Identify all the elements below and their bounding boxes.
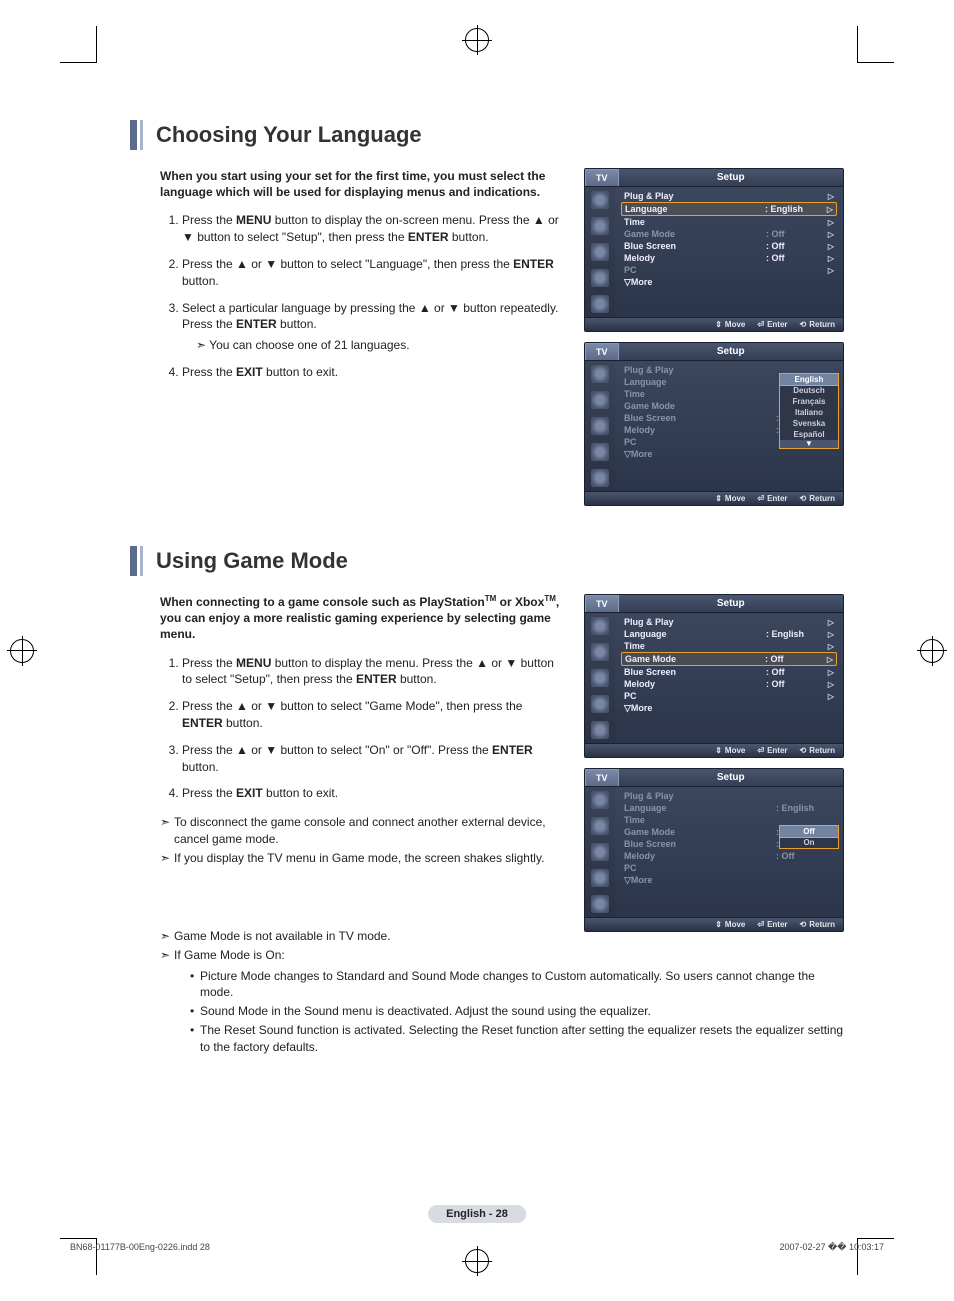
sub-note-item: Picture Mode changes to Standard and Sou… [190, 968, 844, 1002]
osd-row-game: Game ModeOff▷ [621, 228, 837, 240]
osd-icon-strip [585, 361, 615, 491]
osd-row-language: LanguageEnglish [621, 802, 837, 814]
section-accent-bar [130, 546, 137, 576]
dropdown-option[interactable]: Français [780, 396, 838, 407]
osd-row-plug[interactable]: Plug & Play▷ [621, 190, 837, 202]
note-item: If Game Mode is On: [160, 947, 844, 964]
osd-setup-language-dropdown: TV Setup Plug & Play Language Time Game … [584, 342, 844, 506]
step-item: Press the ▲ or ▼ button to select "Langu… [182, 256, 566, 290]
osd-tab: TV [585, 169, 619, 186]
section-title: Choosing Your Language [146, 120, 422, 150]
step-item: Press the EXIT button to exit. [182, 785, 566, 802]
osd-icon-strip [585, 187, 615, 317]
section-accent-bar [130, 120, 137, 150]
osd-title: Setup [619, 343, 843, 360]
osd-hint-enter: Enter [757, 320, 787, 329]
dropdown-option[interactable]: Svenska [780, 418, 838, 429]
sub-note-item: The Reset Sound function is activated. S… [190, 1022, 844, 1056]
page-number: English - 28 [428, 1205, 526, 1223]
section-title: Using Game Mode [146, 546, 348, 576]
osd-tab: TV [585, 769, 619, 786]
osd-row-blue[interactable]: Blue ScreenOff▷ [621, 240, 837, 252]
note-item: To disconnect the game console and conne… [160, 814, 566, 848]
osd-hint-enter: Enter [757, 746, 787, 755]
step-item: Press the ▲ or ▼ button to select "Game … [182, 698, 566, 732]
footer-timestamp: 2007-02-27 �� 10:03:17 [779, 1242, 884, 1253]
osd-row-melody[interactable]: MelodyOff▷ [621, 678, 837, 690]
osd-title: Setup [619, 169, 843, 186]
osd-hint-return: Return [800, 746, 835, 755]
language-dropdown[interactable]: English Deutsch Français Italiano Svensk… [779, 373, 839, 449]
osd-hint-enter: Enter [757, 494, 787, 503]
osd-hint-move: Move [715, 494, 745, 503]
osd-tab: TV [585, 343, 619, 360]
crop-mark [857, 26, 894, 63]
dropdown-scroll-down-icon[interactable]: ▼ [780, 440, 838, 448]
osd-setup-gamemode-selected: TV Setup Plug & Play▷ LanguageEnglish▷ T… [584, 594, 844, 758]
section-intro: When you start using your set for the fi… [160, 168, 566, 200]
osd-hint-return: Return [800, 320, 835, 329]
step-note: You can choose one of 21 languages. [196, 337, 566, 354]
osd-row-pc: PC▷ [621, 264, 837, 276]
gamemode-dropdown[interactable]: Off On [779, 825, 839, 849]
crop-mark [60, 26, 97, 63]
osd-setup-language-selected: TV Setup Plug & Play▷ LanguageEnglish▷ T… [584, 168, 844, 332]
osd-row-melody: MelodyOff [621, 850, 837, 862]
dropdown-option[interactable]: Deutsch [780, 385, 838, 396]
osd-row-time[interactable]: Time▷ [621, 216, 837, 228]
osd-row-pc[interactable]: PC▷ [621, 690, 837, 702]
section-accent-bar [140, 546, 143, 576]
note-item: Game Mode is not available in TV mode. [160, 928, 844, 945]
registration-mark-left [10, 639, 34, 663]
step-item: Press the MENU button to display the on-… [182, 212, 566, 246]
section-intro: When connecting to a game console such a… [160, 594, 566, 643]
step-item: Select a particular language by pressing… [182, 300, 566, 354]
osd-icon-strip [585, 787, 615, 917]
osd-row-pc: PC [621, 862, 837, 874]
registration-mark-right [920, 639, 944, 663]
step-item: Press the ▲ or ▼ button to select "On" o… [182, 742, 566, 776]
osd-row-more[interactable]: ▽More [621, 276, 837, 289]
osd-row-plug[interactable]: Plug & Play▷ [621, 616, 837, 628]
osd-row-time[interactable]: Time▷ [621, 640, 837, 652]
sub-note-item: Sound Mode in the Sound menu is deactiva… [190, 1003, 844, 1020]
note-item: If you display the TV menu in Game mode,… [160, 850, 566, 867]
osd-hint-move: Move [715, 746, 745, 755]
osd-row-language[interactable]: LanguageEnglish▷ [621, 202, 837, 216]
osd-hint-move: Move [715, 320, 745, 329]
osd-icon-strip [585, 613, 615, 743]
osd-row-plug: Plug & Play [621, 790, 837, 802]
osd-row-game[interactable]: Game ModeOff▷ [621, 652, 837, 666]
osd-title: Setup [619, 769, 843, 786]
osd-row-blue[interactable]: Blue ScreenOff▷ [621, 666, 837, 678]
dropdown-option[interactable]: On [780, 837, 838, 848]
osd-row-more: ▽More [621, 874, 837, 887]
osd-tab: TV [585, 595, 619, 612]
section-accent-bar [140, 120, 143, 150]
step-item: Press the EXIT button to exit. [182, 364, 566, 381]
osd-row-more: ▽More [621, 448, 837, 461]
osd-title: Setup [619, 595, 843, 612]
osd-hint-return: Return [800, 494, 835, 503]
osd-row-language[interactable]: LanguageEnglish▷ [621, 628, 837, 640]
dropdown-option[interactable]: Italiano [780, 407, 838, 418]
osd-row-melody[interactable]: MelodyOff▷ [621, 252, 837, 264]
step-item: Press the MENU button to display the men… [182, 655, 566, 689]
osd-setup-gamemode-dropdown: TV Setup Plug & Play LanguageEnglish Tim… [584, 768, 844, 932]
registration-mark-top [465, 28, 489, 52]
osd-row-more[interactable]: ▽More [621, 702, 837, 715]
footer-filename: BN68-01177B-00Eng-0226.indd 28 [70, 1242, 210, 1253]
